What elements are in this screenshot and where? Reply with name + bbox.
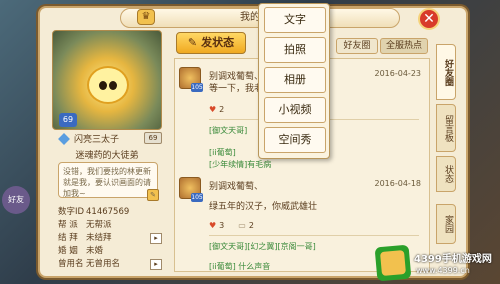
post-date: 2016-04-18 xyxy=(374,179,422,188)
info-row-sworn: 结 拜未结拜 ▸ xyxy=(58,232,162,245)
level-badge: 105 xyxy=(191,83,203,92)
menu-item-video[interactable]: 小视频 xyxy=(264,97,326,123)
post-text: 等一下，我老 xyxy=(209,84,264,94)
info-row-old-name: 曾用名 无曾用名 ▸ xyxy=(58,258,162,271)
post-date: 2016-04-23 xyxy=(374,69,422,78)
tab-message-board[interactable]: 留言板 xyxy=(436,104,456,152)
level-badge: 69 xyxy=(59,113,77,127)
player-name: 闪亮三太子 xyxy=(74,135,120,145)
tab-friend-circle[interactable]: 好友圈 xyxy=(336,38,378,54)
comment-icon: ▭ xyxy=(238,221,246,230)
tab-server-hot[interactable]: 全服热点 xyxy=(380,38,428,54)
diamond-icon xyxy=(58,133,70,145)
heart-icon: ♥ xyxy=(209,105,217,114)
like-row[interactable]: ♥ 2 xyxy=(209,105,224,114)
watermark: 4399手机游戏网 www.4399.cn xyxy=(374,244,500,282)
mini-badge[interactable]: 69 xyxy=(144,132,162,144)
comment: [御文天哥][幻之翼][京阁一哥] xyxy=(209,242,316,251)
divider xyxy=(209,235,419,236)
watermark-line1: 4399手机游戏网 xyxy=(414,254,492,265)
menu-item-space-show[interactable]: 空间秀 xyxy=(264,127,326,153)
post-author[interactable]: 别调戏葡萄、 xyxy=(209,179,263,192)
info-row-id: 数字ID 41467569 xyxy=(58,207,130,217)
watermark-line2: www.4399.cn xyxy=(416,266,470,275)
comment: [ii葡萄] xyxy=(209,148,236,157)
post-status-button[interactable]: ✎ 发状态 xyxy=(176,32,246,54)
name-row: 闪亮三太子 69 xyxy=(58,132,162,146)
avatar-face xyxy=(87,66,129,104)
arrow-right-icon[interactable]: ▸ xyxy=(150,233,162,244)
avatar[interactable]: 69 xyxy=(52,30,162,130)
tab-status[interactable]: 状态 xyxy=(436,156,456,192)
tab-friend-circle-side[interactable]: 好友圈 xyxy=(436,44,456,100)
signature-text: 没错，我们要找的林更新就是我，要认识画面的请加我~ xyxy=(63,167,151,198)
menu-item-text[interactable]: 文字 xyxy=(264,7,326,33)
arrow-right-icon[interactable]: ▸ xyxy=(150,259,162,270)
edit-pen-icon[interactable]: ✎ xyxy=(147,189,159,201)
crown-icon[interactable]: ♛ xyxy=(137,9,155,25)
pen-icon: ✎ xyxy=(187,36,198,49)
player-title: 迷魂药的大徒弟 xyxy=(75,151,139,161)
corner-friend-icon[interactable]: 好友 xyxy=(2,186,30,214)
info-row-guild: 帮 派无帮派 xyxy=(58,220,112,230)
profile-column: 69 闪亮三太子 69 迷魂药的大徒弟 没错，我们要找的林更新就是我，要认识画面… xyxy=(52,30,164,274)
like-row[interactable]: ♥ 3 ▭ 2 xyxy=(209,221,254,230)
tab-home[interactable]: 家园 xyxy=(436,204,456,244)
comment: [ii葡萄] 什么声音 xyxy=(209,262,271,271)
close-button[interactable]: ✕ xyxy=(418,8,440,30)
post-type-menu: 文字 拍照 相册 小视频 空间秀 xyxy=(258,3,330,159)
post-text: 绿五年的汉子，你威武雄壮 xyxy=(209,202,318,212)
comment: [御文天哥] xyxy=(209,126,248,135)
heart-icon: ♥ xyxy=(209,221,217,230)
info-list: 数字ID 41467569 帮 派无帮派 结 拜未结拜 ▸ 婚 姻未婚 曾用名 无曾用… xyxy=(58,206,162,271)
comment: [少年续情]有毛病 xyxy=(209,160,272,169)
info-row-marriage: 婚 姻未婚 xyxy=(58,246,104,256)
menu-item-photo[interactable]: 拍照 xyxy=(264,37,326,63)
brand-logo-icon xyxy=(374,244,412,282)
menu-item-album[interactable]: 相册 xyxy=(264,67,326,93)
level-badge: 105 xyxy=(191,193,203,202)
signature-box[interactable]: 没错，我们要找的林更新就是我，要认识画面的请加我~ ✎ xyxy=(58,162,159,201)
